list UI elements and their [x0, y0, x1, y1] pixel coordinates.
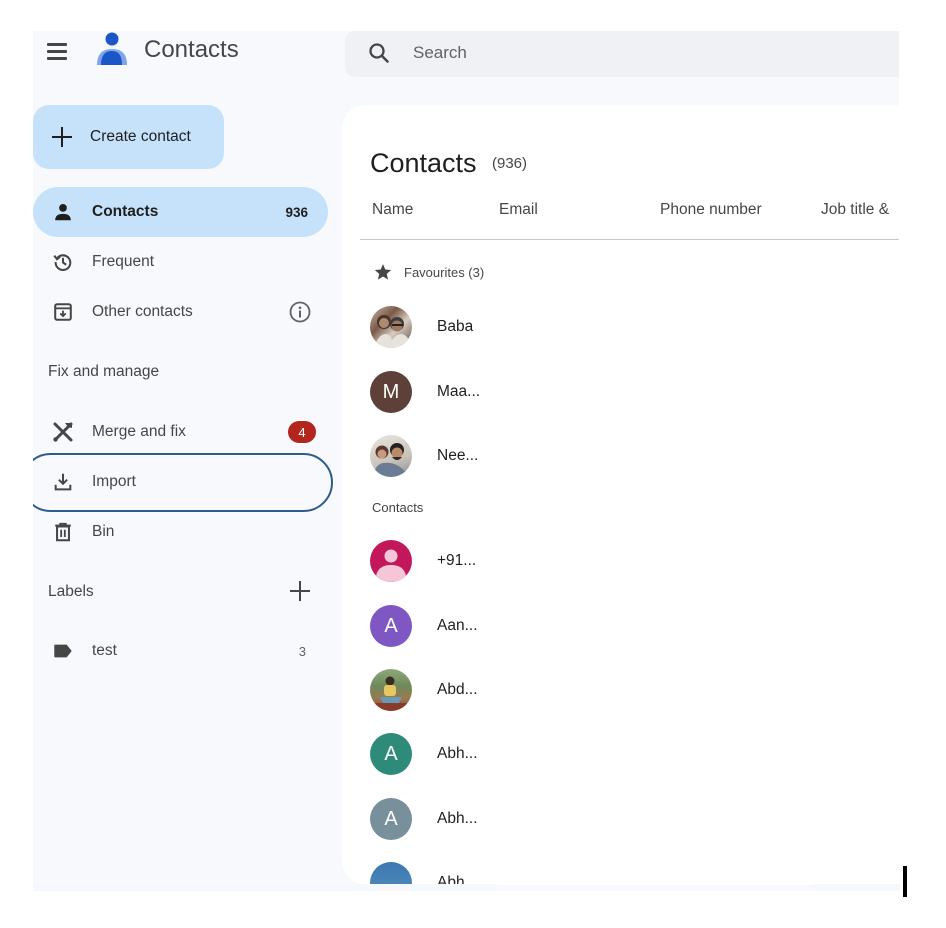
sidebar-item-label-test[interactable]: test 3 — [33, 626, 328, 676]
avatar: M — [370, 371, 412, 413]
bottom-edge-strip — [33, 884, 497, 891]
search-icon[interactable] — [367, 41, 391, 65]
contacts-logo-icon — [97, 32, 127, 65]
avatar: A — [370, 605, 412, 647]
sidebar-item-contacts[interactable]: Contacts 936 — [33, 187, 328, 237]
contact-row[interactable]: +91... — [370, 533, 899, 589]
sidebar-item-other-contacts[interactable]: Other contacts — [33, 287, 328, 337]
avatar-letter: A — [384, 807, 398, 830]
favourites-label: Favourites (3) — [404, 264, 485, 280]
contact-row[interactable]: Nee... — [370, 428, 899, 484]
label-icon — [51, 639, 75, 663]
add-label-icon[interactable] — [289, 580, 311, 602]
sidebar-item-label: Import — [92, 473, 136, 490]
contact-name: Abd... — [437, 681, 478, 698]
contact-name: +91... — [437, 552, 477, 569]
download-icon — [51, 470, 75, 494]
create-contact-button[interactable]: Create contact — [33, 105, 224, 169]
avatar-letter: M — [382, 380, 400, 403]
column-header-phone[interactable]: Phone number — [660, 201, 762, 219]
sidebar-item-label: Contacts — [92, 203, 159, 220]
favourites-group-header: Favourites (3) — [373, 262, 484, 282]
contact-name: Abh... — [437, 745, 478, 762]
contacts-group-label: Contacts — [372, 500, 424, 515]
avatar: A — [370, 798, 412, 840]
history-icon — [51, 250, 75, 274]
contact-name: Maa... — [437, 383, 481, 400]
avatar-letter: A — [384, 742, 398, 765]
tools-icon — [51, 420, 75, 444]
avatar — [370, 669, 412, 711]
label-count: 3 — [298, 643, 306, 659]
sidebar-item-label: Merge and fix — [92, 423, 186, 440]
contacts-list-panel: Contacts (936) Name Email Phone number J… — [342, 105, 899, 885]
avatar-letter: A — [384, 614, 398, 637]
avatar — [370, 435, 412, 477]
labels-heading: Labels — [48, 583, 94, 600]
sidebar-item-label: Other contacts — [92, 303, 193, 320]
search-bar[interactable] — [345, 31, 899, 77]
default-person-avatar — [370, 540, 412, 582]
sidebar-item-import[interactable]: Import — [33, 457, 328, 507]
contact-name: Nee... — [437, 447, 479, 464]
search-input[interactable] — [413, 39, 873, 67]
avatar — [370, 862, 412, 885]
hamburger-menu-icon[interactable] — [45, 39, 69, 63]
page-title: Contacts — [370, 148, 477, 178]
avatar: A — [370, 733, 412, 775]
contact-row[interactable]: A Abh... — [370, 791, 899, 847]
text-cursor — [903, 866, 907, 897]
person-icon — [51, 200, 75, 224]
plus-icon — [51, 126, 73, 148]
archive-download-icon — [51, 300, 75, 324]
avatar — [370, 306, 412, 348]
contacts-app: Contacts Create contact Contacts 936 Fre… — [33, 31, 899, 891]
trash-icon — [51, 520, 75, 544]
app-title: Contacts — [144, 36, 239, 63]
contact-row[interactable]: Abd... — [370, 662, 899, 718]
column-header-email[interactable]: Email — [499, 201, 538, 219]
contact-row[interactable]: A Abh... — [370, 726, 899, 782]
contacts-count: 936 — [285, 204, 308, 220]
sidebar-item-label: Bin — [92, 523, 115, 540]
create-contact-label: Create contact — [90, 128, 191, 145]
contact-row[interactable]: Baba — [370, 299, 899, 355]
sidebar-item-label: test — [92, 642, 117, 659]
sidebar-item-bin[interactable]: Bin — [33, 507, 328, 557]
contact-row[interactable]: A Aan... — [370, 598, 899, 654]
header-divider — [360, 239, 899, 240]
contact-row[interactable]: Abh — [370, 855, 899, 885]
sidebar-item-merge-and-fix[interactable]: Merge and fix 4 — [33, 407, 328, 457]
sidebar-item-frequent[interactable]: Frequent — [33, 237, 328, 287]
contact-name: Baba — [437, 318, 474, 335]
bottom-edge-strip — [814, 884, 900, 891]
merge-badge: 4 — [288, 421, 316, 443]
sidebar-item-label: Frequent — [92, 253, 155, 270]
column-header-name[interactable]: Name — [372, 201, 413, 219]
column-header-job-title[interactable]: Job title & — [821, 201, 889, 219]
contact-name: Aan... — [437, 617, 478, 634]
info-icon[interactable] — [288, 300, 312, 324]
star-icon — [374, 264, 392, 280]
fix-and-manage-heading: Fix and manage — [48, 363, 160, 380]
contact-row[interactable]: M Maa... — [370, 364, 899, 420]
contact-name: Abh... — [437, 810, 478, 827]
contacts-total-count: (936) — [492, 155, 528, 172]
